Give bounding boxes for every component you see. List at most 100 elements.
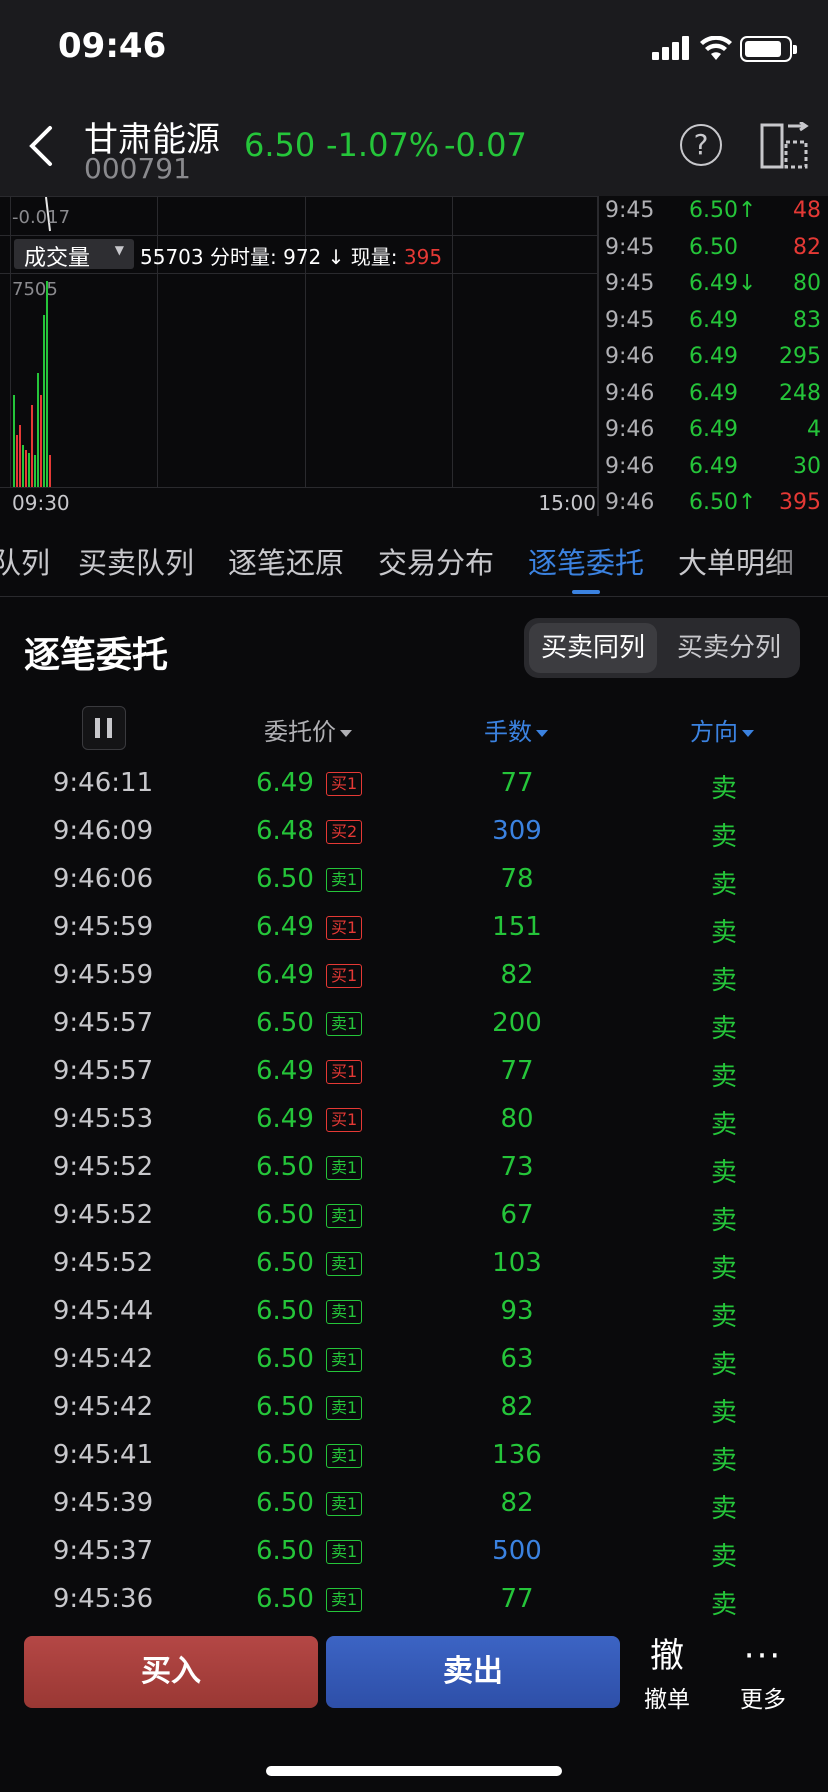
order-direction: 卖 (710, 1350, 737, 1380)
order-level-badge: 买1 (326, 1060, 363, 1084)
order-row[interactable]: 9:45:53 6.49 买1 80 卖 (0, 1104, 828, 1152)
more-button[interactable]: ··· 更多 (728, 1636, 798, 1714)
order-level-badge: 卖1 (326, 1540, 363, 1564)
order-row[interactable]: 9:45:57 6.50 卖1 200 卖 (0, 1008, 828, 1056)
pause-icon[interactable] (82, 706, 126, 750)
order-row[interactable]: 9:45:37 6.50 卖1 500 卖 (0, 1536, 828, 1584)
order-level-badge: 卖1 (326, 1012, 363, 1036)
order-row[interactable]: 9:45:57 6.49 买1 77 卖 (0, 1056, 828, 1104)
order-price: 6.49 (256, 1056, 314, 1086)
tick-row: 9:46 6.49 30 (599, 454, 828, 490)
sell-button[interactable]: 卖出 (326, 1636, 620, 1708)
buy-button[interactable]: 买入 (24, 1636, 318, 1708)
volume-minute-label: 分时量: (209, 245, 277, 269)
col-dir-header[interactable]: 方向 (690, 712, 754, 747)
tick-price: 6.49 (689, 380, 738, 406)
order-qty: 78 (500, 864, 534, 894)
tick-time: 9:45 (605, 198, 655, 223)
tick-list: 9:45 6.50↑ 48 9:45 6.50 82 9:45 6.49↓ 80 9:45 6.49… (598, 196, 828, 516)
order-time: 9:45:59 (52, 912, 154, 942)
order-row[interactable]: 9:45:39 6.50 卖1 82 卖 (0, 1488, 828, 1536)
order-price: 6.49 (256, 912, 314, 942)
stock-change-pct: -1.07% (326, 126, 440, 164)
order-qty: 93 (500, 1296, 534, 1326)
order-qty: 77 (500, 1584, 534, 1614)
order-qty: 63 (500, 1344, 534, 1374)
order-price: 6.48 (256, 816, 314, 846)
order-time: 9:46:11 (52, 768, 154, 798)
col-qty-header[interactable]: 手数 (484, 712, 548, 747)
order-row[interactable]: 9:45:52 6.50 卖1 67 卖 (0, 1200, 828, 1248)
order-time: 9:45:57 (52, 1056, 154, 1086)
order-row[interactable]: 9:45:36 6.50 卖1 77 卖 (0, 1584, 828, 1632)
tick-volume: 30 (793, 453, 821, 479)
order-qty: 82 (500, 1488, 534, 1518)
order-level-badge: 卖1 (326, 1204, 363, 1228)
order-row[interactable]: 9:45:44 6.50 卖1 93 卖 (0, 1296, 828, 1344)
order-row[interactable]: 9:45:52 6.50 卖1 73 卖 (0, 1152, 828, 1200)
order-time: 9:45:52 (52, 1152, 154, 1182)
tab-queue[interactable]: 队列 (0, 540, 50, 582)
order-row[interactable]: 9:45:59 6.49 买1 82 卖 (0, 960, 828, 1008)
col-price-header[interactable]: 委托价 (264, 712, 352, 747)
order-row[interactable]: 9:45:42 6.50 卖1 63 卖 (0, 1344, 828, 1392)
volume-minute: 972 (283, 245, 322, 269)
tick-row: 9:46 6.49 4 (599, 417, 828, 453)
order-row[interactable]: 9:45:59 6.49 买1 151 卖 (0, 912, 828, 960)
order-price: 6.50 (256, 1488, 314, 1518)
volume-selector[interactable]: 成交量 ▼ (14, 239, 134, 271)
order-direction: 卖 (710, 774, 737, 804)
tick-volume: 82 (793, 234, 821, 260)
back-arrow-icon[interactable] (26, 124, 56, 168)
volume-total: 55703 (140, 245, 204, 269)
order-qty: 77 (500, 768, 534, 798)
volume-summary: 55703 分时量: 972 ↓ 现量: 395 (140, 241, 442, 270)
tab-tick-restore[interactable]: 逐笔还原 (228, 540, 344, 582)
order-time: 9:45:36 (52, 1584, 154, 1614)
volume-now-label: 现量: (350, 245, 398, 269)
order-qty: 82 (500, 960, 534, 990)
order-price: 6.50 (256, 1392, 314, 1422)
order-row[interactable]: 9:46:06 6.50 卖1 78 卖 (0, 864, 828, 912)
order-row[interactable]: 9:46:11 6.49 买1 77 卖 (0, 768, 828, 816)
x-axis-start: 09:30 (12, 491, 70, 515)
order-direction: 卖 (710, 1542, 737, 1572)
tick-volume: 48 (793, 198, 821, 223)
order-level-badge: 买2 (326, 820, 363, 844)
tab-trade-distribution[interactable]: 交易分布 (378, 540, 494, 582)
order-price: 6.49 (256, 1104, 314, 1134)
order-qty: 82 (500, 1392, 534, 1422)
more-dots-icon: ··· (743, 1636, 783, 1676)
tab-bid-ask-queue[interactable]: 买卖队列 (78, 540, 194, 582)
order-level-badge: 卖1 (326, 1588, 363, 1612)
order-time: 9:45:57 (52, 1008, 154, 1038)
order-row[interactable]: 9:45:41 6.50 卖1 136 卖 (0, 1440, 828, 1488)
tick-row: 9:46 6.49 248 (599, 381, 828, 417)
order-row[interactable]: 9:45:52 6.50 卖1 103 卖 (0, 1248, 828, 1296)
tab-order-by-order[interactable]: 逐笔委托 (528, 540, 644, 582)
order-row[interactable]: 9:45:42 6.50 卖1 82 卖 (0, 1392, 828, 1440)
home-indicator (266, 1766, 562, 1776)
order-time: 9:46:09 (52, 816, 154, 846)
toggle-split[interactable]: 买卖分列 (662, 623, 796, 673)
tick-time: 9:46 (605, 380, 655, 406)
dropdown-arrow-icon: ▼ (114, 243, 124, 257)
cancel-order-label: 撤单 (644, 1687, 690, 1713)
order-time: 9:46:06 (52, 864, 154, 894)
volume-selector-label: 成交量 (24, 246, 91, 271)
tick-row: 9:45 6.50↑ 48 (599, 198, 828, 234)
stock-change: -0.07 (444, 126, 527, 164)
tick-price: 6.50↑ (689, 198, 757, 223)
cancel-order-button[interactable]: 撤 撤单 (632, 1636, 702, 1714)
cancel-icon: 撤 (650, 1636, 684, 1676)
help-icon[interactable]: ? (680, 124, 722, 166)
order-level-badge: 卖1 (326, 1156, 363, 1180)
order-price: 6.50 (256, 1344, 314, 1374)
switch-layout-icon[interactable] (760, 122, 810, 170)
order-direction: 卖 (710, 870, 737, 900)
order-row[interactable]: 9:46:09 6.48 买2 309 卖 (0, 816, 828, 864)
stock-price: 6.50 (244, 126, 316, 164)
order-level-badge: 卖1 (326, 1252, 363, 1276)
order-level-badge: 买1 (326, 964, 363, 988)
toggle-combined[interactable]: 买卖同列 (529, 623, 657, 673)
